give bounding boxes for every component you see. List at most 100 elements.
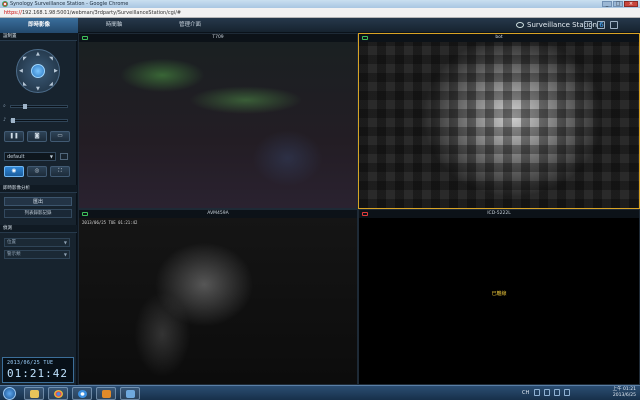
location-filter[interactable]: 位置 ▼ <box>4 238 70 247</box>
camera-name: ICD-5222L <box>487 211 511 216</box>
volume-slider[interactable] <box>10 118 68 123</box>
camera-offline-icon <box>362 212 368 216</box>
camera-online-icon <box>82 36 88 40</box>
taskbar-app-ie[interactable] <box>72 387 92 400</box>
camera-video-feed <box>79 218 357 384</box>
pan-up-left-icon[interactable]: ◤ <box>23 56 27 62</box>
taskbar-date: 2013/6/25 <box>612 393 636 398</box>
snapshot-button[interactable]: ◙ <box>27 131 47 142</box>
browser-title-bar: Synology Surveillance Station - Google C… <box>0 0 640 8</box>
chevron-down-icon: ▼ <box>63 252 67 257</box>
zoom-slider-knob[interactable] <box>23 104 27 109</box>
notification-icon[interactable] <box>584 21 592 29</box>
camera-video-feed <box>79 42 357 208</box>
taskbar-app-network[interactable] <box>120 387 140 400</box>
flag-icon[interactable] <box>544 389 550 396</box>
video-timestamp-overlay: 2013/06/25 TUE 01:21:42 <box>82 220 138 225</box>
pan-up-right-icon[interactable]: ◥ <box>49 56 53 62</box>
export-button[interactable]: 匯出 <box>4 197 72 206</box>
preset-select[interactable]: default ▼ <box>4 152 56 161</box>
ie-icon <box>78 390 87 398</box>
windows-taskbar: CH 上午 01:21 2013/6/25 <box>0 385 640 400</box>
record-button[interactable]: ▭ <box>50 131 70 142</box>
chrome-icon <box>2 1 8 7</box>
zoom-slider[interactable] <box>10 104 68 109</box>
header-icons <box>584 21 618 29</box>
ptz-section-title: 設制置 <box>0 33 77 41</box>
address-bar[interactable]: https://192.168.1.98:5001/webman/3rdpart… <box>0 8 640 18</box>
alert-type-filter-label: 警示類 <box>7 252 21 257</box>
pan-right-icon[interactable]: ▶ <box>54 68 58 74</box>
control-sidebar: 設制置 ▲ ▼ ◀ ▶ ◤ ◥ ◣ ◢ ⌕ ♪ ❚❚ ◙ ▭ default ▼… <box>0 33 77 385</box>
chrome-icon <box>54 390 63 398</box>
system-tray <box>534 389 570 396</box>
pan-left-icon[interactable]: ◀ <box>19 68 23 74</box>
pan-down-left-icon[interactable]: ◣ <box>23 81 27 87</box>
network-status-icon[interactable] <box>554 389 560 396</box>
network-icon <box>126 390 135 398</box>
camera-pane-3[interactable]: AVM459A 2013/06/25 TUE 01:21:42 <box>78 209 358 385</box>
options-icon[interactable] <box>610 21 618 29</box>
camera-online-icon <box>362 36 368 40</box>
event-section-title: 偵測 <box>0 225 77 233</box>
url-text: 192.168.1.98:5001/webman/3rdparty/Survei… <box>21 10 182 16</box>
preset-value: default <box>7 154 25 160</box>
camera-online-icon <box>82 212 88 216</box>
camera-name: T709 <box>212 35 224 40</box>
taskbar-app-explorer[interactable] <box>24 387 44 400</box>
clock-date: 2013/06/25 TUE <box>7 360 54 366</box>
focus-button[interactable]: ◉ <box>4 166 24 177</box>
volume-icon: ♪ <box>3 117 7 123</box>
chevron-down-icon: ▼ <box>49 154 53 159</box>
camera-pane-4[interactable]: ICD-5222L 已離線 <box>358 209 640 385</box>
view-mode-controls: ◉ ◎ ⛶ <box>4 166 70 177</box>
camera-name: AVM459A <box>207 211 229 216</box>
pan-up-icon[interactable]: ▲ <box>36 51 40 57</box>
camera-video-feed <box>359 42 639 208</box>
camera-pane-2[interactable]: bot <box>358 33 640 209</box>
layout-icon[interactable] <box>597 21 605 29</box>
close-button[interactable]: × <box>624 1 638 7</box>
playback-controls: ❚❚ ◙ ▭ <box>4 131 70 142</box>
camera-video-feed <box>359 218 639 384</box>
volume-icon[interactable] <box>564 389 570 396</box>
folder-icon <box>30 390 39 398</box>
security-label: https:// <box>4 10 22 16</box>
ptz-home-button[interactable] <box>31 64 45 78</box>
minimize-button[interactable]: _ <box>602 1 612 7</box>
app-window: Synology Surveillance Station - Google C… <box>0 0 640 400</box>
language-indicator[interactable]: CH <box>522 390 529 396</box>
volume-slider-knob[interactable] <box>11 118 15 123</box>
patrol-button[interactable]: ◎ <box>27 166 47 177</box>
camera-pane-header: ICD-5222L <box>359 210 639 218</box>
preset-go-button[interactable] <box>60 153 68 160</box>
recording-list-button[interactable]: 列表錄影記錄 <box>4 209 72 218</box>
media-player-icon <box>102 390 111 398</box>
taskbar-app-chrome[interactable] <box>48 387 68 400</box>
taskbar-clock[interactable]: 上午 01:21 2013/6/25 <box>613 386 636 400</box>
zoom-icon: ⌕ <box>3 103 6 109</box>
pan-down-icon[interactable]: ▼ <box>36 86 40 92</box>
maximize-button[interactable]: □ <box>613 1 623 7</box>
chevron-down-icon: ▼ <box>63 240 67 245</box>
app-header: 即時影像 時間軸 管理介面 Surveillance Station 6 <box>0 18 640 33</box>
pan-down-right-icon[interactable]: ◢ <box>49 81 53 87</box>
clock-time: 01:21:42 <box>7 367 68 380</box>
camera-pane-1[interactable]: T709 <box>78 33 358 209</box>
taskbar-app-media[interactable] <box>96 387 116 400</box>
tab-timeline[interactable]: 時間軸 <box>78 18 150 33</box>
pause-button[interactable]: ❚❚ <box>4 131 24 142</box>
tab-live-view[interactable]: 即時影像 <box>0 18 78 33</box>
camera-pane-header: bot <box>359 34 639 42</box>
window-controls: _ □ × <box>602 0 638 7</box>
share-section-title: 即時影像分析 <box>0 185 77 193</box>
camera-status-text: 已離線 <box>491 291 507 297</box>
alert-type-filter[interactable]: 警示類 ▼ <box>4 250 70 259</box>
tray-icon[interactable] <box>534 389 540 396</box>
tab-management[interactable]: 管理介面 <box>150 18 230 33</box>
camera-pane-header: T709 <box>79 34 357 42</box>
digital-clock: 2013/06/25 TUE 01:21:42 <box>2 357 74 383</box>
fullscreen-button[interactable]: ⛶ <box>50 166 70 177</box>
start-button[interactable] <box>3 387 16 400</box>
ptz-joystick[interactable]: ▲ ▼ ◀ ▶ ◤ ◥ ◣ ◢ <box>16 49 60 93</box>
